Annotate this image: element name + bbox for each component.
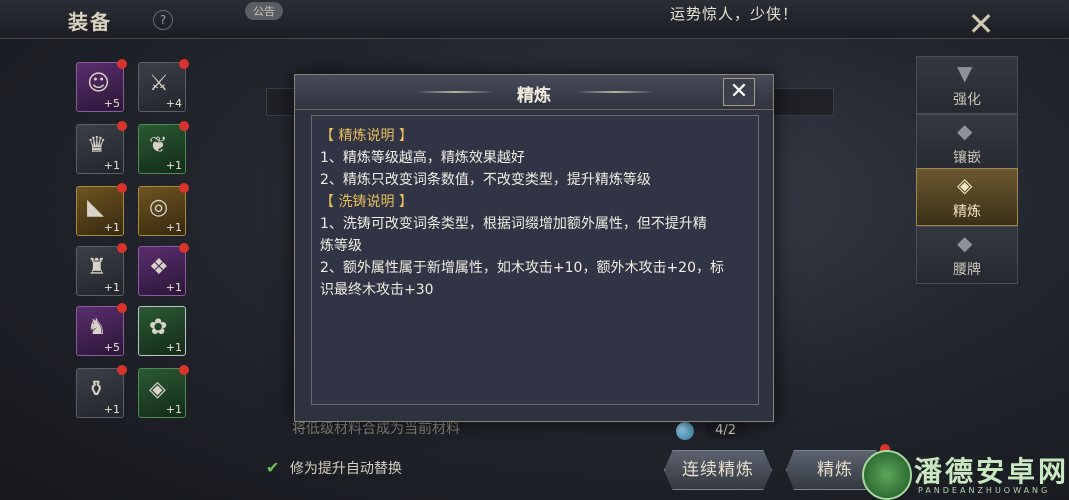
- tab-strengthen[interactable]: ▼ 强化: [916, 56, 1018, 114]
- equipment-level: +1: [165, 341, 182, 354]
- refine-icon: ◈: [957, 173, 973, 197]
- notice-tag[interactable]: 公告: [245, 2, 283, 20]
- token-icon: ◈: [149, 377, 166, 402]
- tab-label: 精炼: [953, 204, 981, 220]
- tab-refine[interactable]: ◈ 精炼: [916, 168, 1018, 226]
- hero-portrait-icon: ☺: [87, 71, 110, 96]
- waist-token-icon: ◆: [957, 231, 973, 255]
- red-dot-badge: [179, 183, 189, 193]
- equipment-level: +5: [103, 341, 120, 354]
- equipment-level: +1: [165, 159, 182, 172]
- close-icon[interactable]: ✕: [958, 4, 1004, 44]
- equipment-level: +5: [103, 97, 120, 110]
- helmet-icon: ♜: [87, 255, 107, 280]
- red-dot-badge: [117, 59, 127, 69]
- equipment-slot[interactable]: ♜ +1: [76, 243, 127, 296]
- info-line: 识最终木攻击+30: [320, 282, 434, 298]
- tab-label: 镶嵌: [953, 150, 981, 166]
- info-line: 炼等级: [320, 238, 362, 254]
- tab-label: 腰牌: [953, 262, 981, 278]
- dialog-body: 【 精炼说明 】 1、精炼等级越高，精炼效果越好 2、精炼只改变词条数值，不改变…: [311, 115, 759, 405]
- refine-info-dialog: 精炼 ✕ 【 精炼说明 】 1、精炼等级越高，精炼效果越好 2、精炼只改变词条数…: [294, 74, 774, 422]
- bracelet-icon: ❦: [149, 133, 168, 158]
- red-dot-badge: [179, 59, 189, 69]
- equipment-slot[interactable]: ❖ +1: [138, 243, 189, 296]
- boots-icon: ◣: [87, 195, 104, 220]
- robe-icon: ♛: [87, 133, 107, 158]
- watermark-logo-icon: [862, 450, 912, 500]
- red-dot-badge: [179, 243, 189, 253]
- section-heading: 【 精炼说明 】: [320, 128, 413, 144]
- equipment-slot[interactable]: ♞ +5: [76, 303, 127, 356]
- info-line: 1、精炼等级越高，精炼效果越好: [320, 150, 525, 166]
- equipment-level: +1: [103, 221, 120, 234]
- equipment-level: +1: [165, 403, 182, 416]
- anvil-icon: ▼: [957, 61, 973, 85]
- dialog-header: 精炼 ✕: [295, 75, 773, 110]
- equipment-level: +4: [165, 97, 182, 110]
- auto-replace-label: 修为提升自动替换: [289, 461, 402, 477]
- help-icon[interactable]: ?: [153, 10, 173, 30]
- equipment-slot[interactable]: ◣ +1: [76, 183, 127, 236]
- tab-label: 强化: [953, 92, 981, 108]
- dialog-title: 精炼: [517, 86, 551, 106]
- belt-icon: ⚱: [87, 377, 106, 402]
- jade-pendant-icon: ✿: [149, 315, 168, 340]
- equipment-slot[interactable]: ◈ +1: [138, 365, 189, 418]
- marquee-text: 运势惊人，少侠！: [670, 5, 799, 23]
- info-line: 1、洗铸可改变词条类型，根据词缀增加额外属性，但不提升精: [320, 216, 707, 232]
- watermark-text: 潘德安卓网: [914, 455, 1069, 488]
- red-dot-badge: [117, 303, 127, 313]
- sword-icon: ⚔: [149, 71, 169, 96]
- equipment-slot[interactable]: ❦ +1: [138, 121, 189, 174]
- equipment-slot[interactable]: ◎ +1: [138, 183, 189, 236]
- top-bar: 装备 ? 公告 运势惊人，少侠！ ✕: [0, 0, 1069, 43]
- equipment-level: +1: [103, 281, 120, 294]
- watermark-subtext: PANDEANZHUOWANG: [918, 486, 1051, 495]
- ornament-right: [575, 91, 655, 93]
- equipment-level: +1: [165, 221, 182, 234]
- auto-replace-option[interactable]: ✔ 修为提升自动替换: [266, 458, 402, 478]
- red-dot-badge: [117, 183, 127, 193]
- red-dot-badge: [117, 121, 127, 131]
- tab-inlay[interactable]: ◆ 镶嵌: [916, 114, 1018, 172]
- material-gem-icon: [676, 421, 694, 440]
- material-count: 4/2: [705, 423, 747, 438]
- armor-icon: ♞: [87, 315, 107, 340]
- equipment-level: +1: [103, 159, 120, 172]
- section-heading: 【 洗铸说明 】: [320, 194, 413, 210]
- info-line: 2、额外属性属于新增属性，如木攻击+10，额外木攻击+20，标: [320, 260, 724, 276]
- info-line: 2、精炼只改变词条数值，不改变类型，提升精炼等级: [320, 172, 651, 188]
- continuous-refine-button[interactable]: 连续精炼: [664, 450, 772, 490]
- equipment-slot[interactable]: ☺ +5: [76, 59, 127, 112]
- equipment-slot[interactable]: ⚔ +4: [138, 59, 189, 112]
- equipment-level: +1: [103, 403, 120, 416]
- ring-icon: ◎: [149, 195, 169, 220]
- equipment-slot[interactable]: ♛ +1: [76, 121, 127, 174]
- material-counter: 4/2: [676, 420, 747, 440]
- equipment-level: +1: [165, 281, 182, 294]
- red-dot-badge: [117, 243, 127, 253]
- equipment-slot[interactable]: ⚱ +1: [76, 365, 127, 418]
- page-title: 装备: [68, 10, 112, 34]
- dialog-close-button[interactable]: ✕: [723, 78, 755, 106]
- amulet-icon: ❖: [149, 255, 169, 280]
- red-dot-badge: [179, 365, 189, 375]
- equipment-slot-selected[interactable]: ✿ +1: [138, 306, 186, 356]
- red-dot-badge: [117, 365, 127, 375]
- checkmark-icon: ✔: [266, 458, 280, 477]
- gem-socket-icon: ◆: [957, 119, 973, 143]
- tab-waist-token[interactable]: ◆ 腰牌: [916, 226, 1018, 284]
- red-dot-badge: [179, 121, 189, 131]
